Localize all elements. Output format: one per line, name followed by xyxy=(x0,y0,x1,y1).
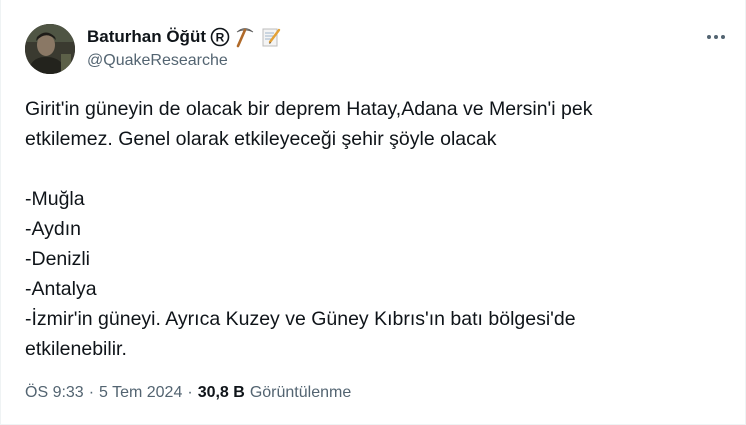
tweet-time[interactable]: ÖS 9:33 xyxy=(25,384,84,402)
views-label: Görüntülenme xyxy=(249,384,352,401)
display-name[interactable]: Baturhan Öğüt xyxy=(87,27,206,47)
memo-emoji-icon xyxy=(260,26,282,48)
tweet-line: Girit'in güneyin de olacak bir deprem Ha… xyxy=(25,98,593,120)
avatar-image xyxy=(25,24,75,74)
separator: · xyxy=(88,384,95,401)
svg-text:R: R xyxy=(216,31,225,45)
pickaxe-emoji-icon xyxy=(234,26,256,48)
tweet-date[interactable]: 5 Tem 2024 xyxy=(99,384,182,402)
user-info: Baturhan Öğüt R @QuakeResearche xyxy=(87,25,282,70)
name-row: Baturhan Öğüt R xyxy=(87,25,282,49)
tweet-meta: ÖS 9:33 · 5 Tem 2024 · 30,8 B Görüntülen… xyxy=(25,384,351,402)
tweet-line xyxy=(25,154,725,184)
tweet-line: -Denizli xyxy=(25,248,91,270)
user-handle[interactable]: @QuakeResearche xyxy=(87,52,282,70)
tweet-line: -İzmir'in güneyi. Ayrıca Kuzey ve Güney … xyxy=(25,308,576,330)
tweet-line: -Muğla xyxy=(25,188,85,210)
registered-icon: R xyxy=(210,27,230,47)
tweet-line: etkilenebilir. xyxy=(25,338,127,360)
tweet-text: Girit'in güneyin de olacak bir deprem Ha… xyxy=(25,94,725,364)
tweet-card[interactable]: Baturhan Öğüt R @QuakeResearche Girit'in… xyxy=(0,0,746,425)
more-options-icon[interactable] xyxy=(705,26,727,48)
tweet-line: etkilemez. Genel olarak etkileyeceği şeh… xyxy=(25,128,497,150)
tweet-line: -Antalya xyxy=(25,278,97,300)
avatar[interactable] xyxy=(25,24,75,74)
separator: · xyxy=(187,384,193,401)
tweet-line: -Aydın xyxy=(25,218,82,240)
views-count: 30,8 B xyxy=(197,384,245,401)
